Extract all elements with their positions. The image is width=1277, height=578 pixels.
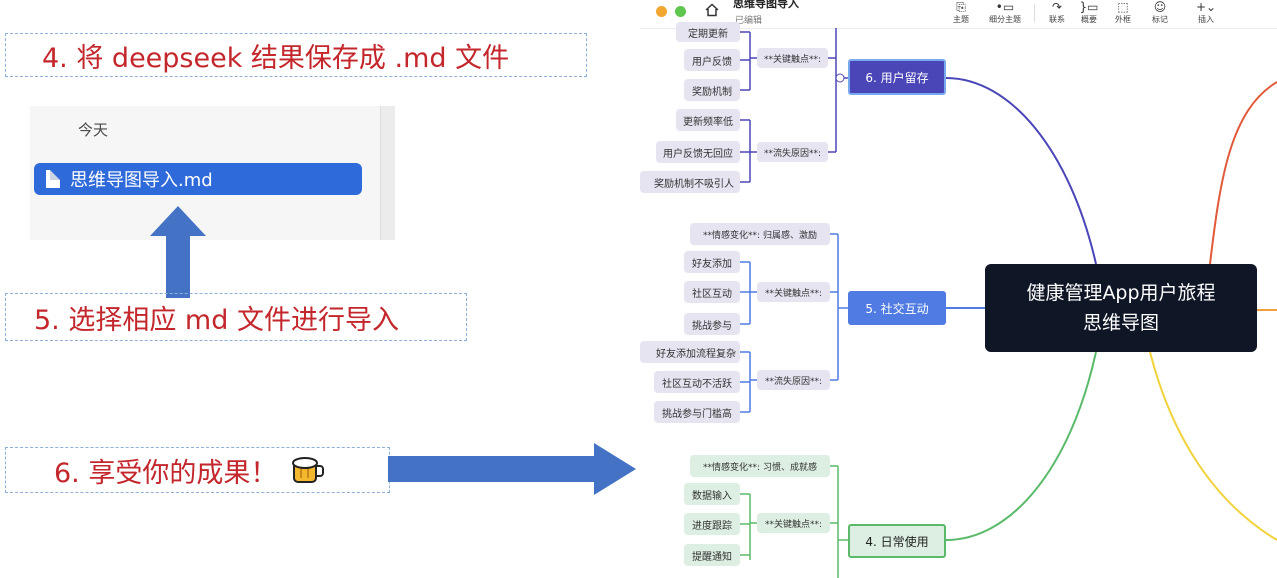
- social-churn-item[interactable]: 好友添加流程复杂: [640, 341, 740, 363]
- social-touch-item[interactable]: 挑战参与: [684, 313, 740, 335]
- branch-user-retention-title: 6. 用户留存: [865, 70, 929, 85]
- social-churn[interactable]: **流失原因**:: [757, 370, 830, 390]
- central-topic-line1: 健康管理App用户旅程: [1026, 282, 1216, 304]
- retention-churn-item[interactable]: 用户反馈无回应: [656, 141, 740, 163]
- retention-touch-item-label: 用户反馈: [692, 56, 732, 68]
- branch-social-interaction-title: 5. 社交互动: [865, 301, 929, 316]
- retention-churn-item[interactable]: 奖励机制不吸引人: [640, 171, 740, 193]
- social-churn-item[interactable]: 挑战参与门槛高: [654, 401, 740, 423]
- daily-emotion-label: **情感变化**: 习惯、成就感: [703, 462, 817, 473]
- retention-churn-item-label: 奖励机制不吸引人: [654, 178, 734, 190]
- daily-touch-item-label: 提醒通知: [692, 551, 732, 563]
- daily-key-touch[interactable]: **关键触点**:: [757, 513, 830, 533]
- central-topic[interactable]: 健康管理App用户旅程 思维导图: [985, 264, 1257, 352]
- daily-key-touch-label: **关键触点**:: [764, 519, 823, 530]
- branch-social-interaction[interactable]: 5. 社交互动: [848, 291, 946, 325]
- social-emotion-label: **情感变化**: 归属感、激励: [703, 230, 817, 241]
- retention-touch-item-label: 奖励机制: [692, 86, 732, 98]
- social-churn-item-label: 社区互动不活跃: [662, 378, 732, 390]
- retention-churn-item-label: 更新频率低: [683, 116, 733, 128]
- retention-churn-item[interactable]: 更新频率低: [676, 109, 740, 131]
- retention-churn[interactable]: **流失原因**:: [757, 142, 828, 162]
- social-touch-item[interactable]: 好友添加: [684, 251, 740, 273]
- retention-churn-item-label: 用户反馈无回应: [663, 148, 733, 160]
- retention-key-touch-label: **关键触点**:: [763, 54, 822, 65]
- social-churn-label: **流失原因**:: [764, 376, 823, 387]
- social-churn-item-label: 好友添加流程复杂: [656, 348, 736, 360]
- social-churn-item-label: 挑战参与门槛高: [662, 408, 732, 420]
- retention-touch-item[interactable]: 用户反馈: [684, 49, 740, 71]
- retention-touch-item[interactable]: 定期更新: [676, 22, 740, 42]
- branch-daily-use[interactable]: 4. 日常使用: [848, 524, 946, 558]
- central-topic-line2: 思维导图: [1082, 312, 1159, 334]
- branch-user-retention[interactable]: 6. 用户留存: [848, 59, 946, 95]
- retention-touch-item[interactable]: 奖励机制: [684, 79, 740, 101]
- social-touch-item-label: 好友添加: [692, 258, 732, 270]
- daily-touch-item-label: 数据输入: [692, 490, 732, 502]
- social-key-touch[interactable]: **关键触点**:: [757, 282, 830, 302]
- retention-churn-label: **流失原因**:: [763, 148, 822, 159]
- social-emotion[interactable]: **情感变化**: 归属感、激励: [690, 223, 830, 245]
- social-touch-item[interactable]: 社区互动: [684, 281, 740, 303]
- daily-touch-item-label: 进度跟踪: [692, 520, 732, 532]
- daily-emotion[interactable]: **情感变化**: 习惯、成就感: [690, 455, 830, 477]
- retention-key-touch[interactable]: **关键触点**:: [757, 48, 828, 68]
- daily-touch-item[interactable]: 提醒通知: [684, 544, 740, 566]
- social-touch-item-label: 挑战参与: [692, 320, 732, 332]
- social-churn-item[interactable]: 社区互动不活跃: [654, 371, 740, 393]
- daily-touch-item[interactable]: 数据输入: [684, 483, 740, 505]
- daily-touch-item[interactable]: 进度跟踪: [684, 513, 740, 535]
- social-touch-item-label: 社区互动: [692, 288, 732, 300]
- branch-daily-use-title: 4. 日常使用: [865, 534, 929, 549]
- retention-touch-item-label: 定期更新: [688, 29, 728, 40]
- social-key-touch-label: **关键触点**:: [764, 288, 823, 299]
